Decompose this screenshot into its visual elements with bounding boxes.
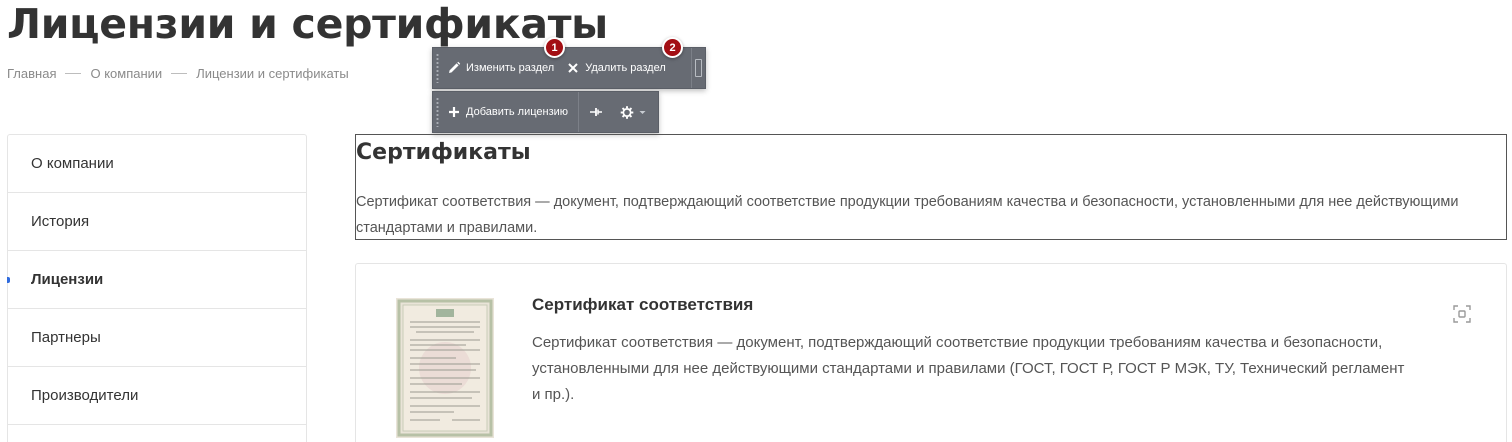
chevron-down-icon [639, 106, 646, 118]
pencil-icon [447, 61, 461, 75]
hint-badge-1: 1 [544, 37, 565, 58]
breadcrumb-current: Лицензии и сертификаты [196, 66, 349, 81]
add-license-button[interactable]: Добавить лицензию [441, 92, 574, 132]
hint-badge-2: 2 [662, 37, 683, 58]
edit-section-label: Изменить раздел [466, 62, 555, 74]
breadcrumb-separator [65, 73, 82, 74]
breadcrumb-about[interactable]: О компании [90, 66, 162, 81]
certificate-text: Сертификат соответствия — документ, подт… [532, 334, 1405, 403]
certificate-thumbnail[interactable] [396, 298, 494, 438]
breadcrumb-home[interactable]: Главная [7, 66, 56, 81]
sidebar-item-about[interactable]: О компании [8, 135, 306, 193]
pin-button[interactable] [583, 92, 614, 132]
toolbar-drag-grip[interactable] [433, 92, 441, 132]
add-license-toolbar: Добавить лицензию [432, 91, 659, 133]
certificate-title[interactable]: Сертификат соответствия [532, 295, 753, 315]
toolbar-divider [578, 92, 580, 132]
add-license-label: Добавить лицензию [466, 106, 569, 118]
certificates-section: Сертификаты Сертификат соответствия — до… [355, 134, 1507, 240]
sidebar-menu: О компании История Лицензии Партнеры Про… [7, 134, 307, 442]
settings-button[interactable] [614, 92, 652, 132]
edit-section-button[interactable]: Изменить раздел [441, 48, 560, 88]
sidebar-item-partners[interactable]: Партнеры [8, 309, 306, 367]
certificate-card: Сертификат соответствия Сертификат соотв… [355, 263, 1507, 442]
sidebar-item-licenses[interactable]: Лицензии [7, 251, 306, 309]
gear-icon [620, 105, 634, 119]
breadcrumb: Главная О компании Лицензии и сертификат… [7, 66, 349, 81]
pin-icon [589, 105, 603, 119]
plus-icon [447, 105, 461, 119]
zoom-icon[interactable] [1452, 304, 1472, 324]
page-title: Лицензии и сертификаты [7, 0, 608, 48]
delete-section-label: Удалить раздел [585, 62, 666, 74]
sidebar-item-history[interactable]: История [8, 193, 306, 251]
close-icon [566, 61, 580, 75]
delete-section-button[interactable]: Удалить раздел [560, 48, 672, 88]
toolbar-handle-icon[interactable] [691, 48, 705, 88]
breadcrumb-separator [171, 73, 188, 74]
toolbar-drag-grip[interactable] [433, 48, 441, 88]
sidebar-item-manufacturers[interactable]: Производители [8, 367, 306, 425]
section-title: Сертификаты [356, 140, 531, 165]
section-description: Сертификат соответствия — документ, подт… [356, 194, 1459, 236]
